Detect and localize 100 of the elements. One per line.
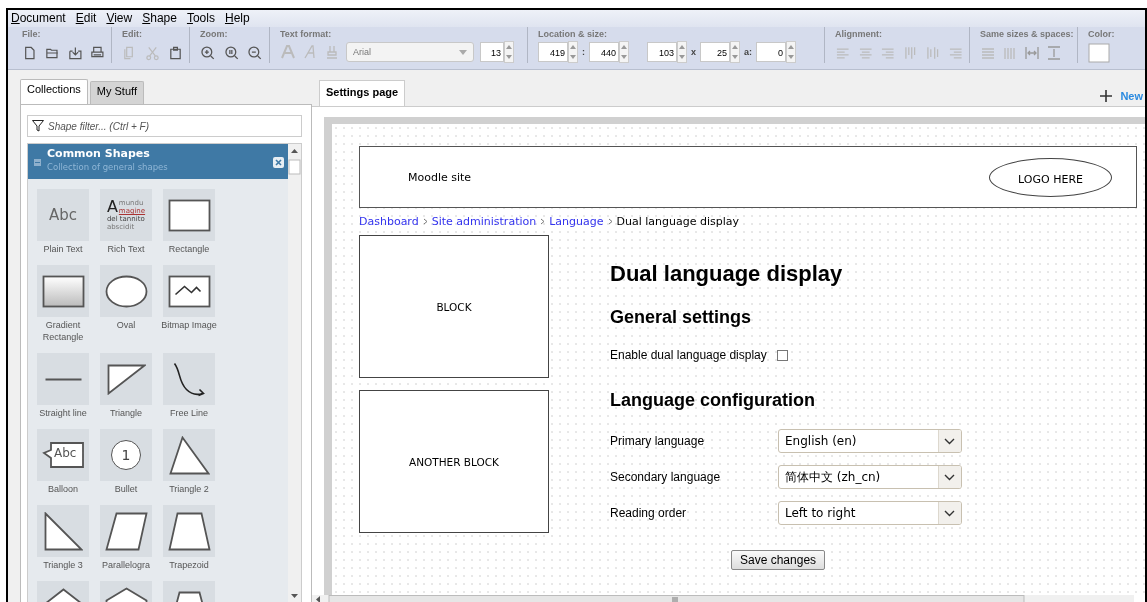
shape-label: Plain Text — [42, 243, 84, 255]
oval-icon — [104, 274, 148, 308]
color-swatch-icon[interactable] — [1088, 42, 1110, 63]
shape-tile[interactable] — [163, 505, 215, 557]
group-label: Color: — [1088, 29, 1116, 41]
shape-label: Straight line — [38, 407, 88, 419]
shape-tile[interactable] — [37, 265, 89, 317]
shape-tile[interactable] — [37, 353, 89, 405]
clipboard-icon[interactable] — [168, 44, 183, 61]
number-field[interactable]: 25 — [700, 42, 730, 62]
breadcrumb-current: Dual language display — [616, 214, 740, 228]
shape-tile[interactable] — [100, 353, 152, 405]
group-label: Edit: — [122, 29, 143, 41]
shape-label: Triangle 3 — [42, 559, 84, 571]
separator-text: : — [582, 47, 585, 57]
shape-tile[interactable]: 1 — [100, 429, 152, 481]
number-field[interactable]: 13 — [480, 42, 504, 62]
shape-label: Gradient Rectangle — [41, 319, 85, 343]
group-label: Alignment: — [835, 29, 883, 41]
dropdown[interactable]: Left to right — [778, 501, 962, 525]
spin-arrows-icon[interactable] — [730, 41, 740, 63]
menu-item[interactable]: Shape — [142, 11, 177, 27]
menu-item[interactable]: Help — [224, 11, 250, 27]
chevron-down-icon — [938, 430, 961, 452]
menu-item[interactable]: Tools — [186, 11, 215, 27]
menu-item[interactable]: View — [106, 11, 133, 27]
save-icon[interactable] — [67, 44, 83, 61]
shape-label: Oval — [115, 319, 137, 331]
document-tab[interactable]: Settings page — [319, 80, 406, 106]
shape-tile[interactable] — [37, 505, 89, 557]
spin-arrows-icon[interactable] — [568, 41, 578, 63]
sample-text: Abc — [54, 446, 77, 460]
separator-text: x — [691, 47, 696, 57]
shape-tile[interactable]: Abc — [37, 189, 89, 241]
trapezoid-icon — [167, 511, 211, 551]
gradient-rectangle-icon — [41, 274, 85, 308]
site-name: Moodle site — [408, 170, 472, 184]
chevron-icon — [540, 217, 546, 225]
new-document-icon[interactable] — [22, 44, 37, 61]
shape-tile[interactable] — [100, 265, 152, 317]
block-label: BLOCK — [436, 300, 472, 313]
group-label: Text format: — [280, 29, 333, 41]
page-title: Dual language display — [610, 261, 844, 287]
horizontal-spacing-icon[interactable] — [1024, 44, 1040, 61]
number-field[interactable]: 0 — [756, 42, 787, 62]
dropdown[interactable]: 简体中文 (zh_cn) — [778, 465, 962, 489]
shape-tile[interactable] — [100, 505, 152, 557]
sample-letter: A — [106, 199, 118, 215]
panel-tab[interactable]: My Stuff — [89, 81, 144, 104]
shape-tile[interactable] — [163, 353, 215, 405]
sample-text: Abc — [49, 206, 77, 224]
spin-arrows-icon[interactable] — [677, 41, 687, 63]
chevron-down-icon — [938, 502, 961, 524]
panel-tab[interactable]: Collections — [20, 79, 88, 104]
shape-label: Free Line — [169, 407, 209, 419]
shape-label: Balloon — [47, 483, 79, 495]
shape-label: Trapezoid — [168, 559, 210, 571]
number-field[interactable]: 419 — [538, 42, 568, 62]
breadcrumb-link[interactable]: Dashboard — [359, 214, 419, 228]
menu-item[interactable]: Document — [11, 11, 66, 27]
shape-tile[interactable] — [163, 189, 215, 241]
dropdown[interactable]: English (en) — [778, 429, 962, 453]
right-triangle-icon — [43, 511, 83, 551]
section-heading: Language configuration — [610, 390, 816, 411]
chevron-icon — [422, 217, 428, 225]
save-button[interactable]: Save changes — [731, 550, 826, 570]
triangle-icon — [106, 363, 146, 395]
shape-tile[interactable] — [163, 265, 215, 317]
sample-text: 1 — [121, 447, 131, 463]
group-label: Same sizes & spaces: — [980, 29, 1071, 41]
block-label: ANOTHER BLOCK — [408, 455, 499, 468]
zoom-reset-icon[interactable] — [223, 44, 240, 61]
shape-label: Bullet — [113, 483, 139, 495]
checkbox[interactable] — [776, 349, 788, 361]
shape-label: Triangle 2 — [168, 483, 210, 495]
breadcrumb-link[interactable]: Site administration — [431, 214, 537, 228]
library-header[interactable]: Common Shapes Collection of general shapes — [28, 144, 288, 179]
menu-item[interactable]: Edit — [75, 11, 97, 27]
chevron-icon — [607, 217, 613, 225]
shape-tile[interactable] — [163, 429, 215, 481]
number-field[interactable]: 103 — [647, 42, 677, 62]
field-label: Secondary language — [610, 470, 722, 484]
spin-arrows-icon[interactable] — [786, 41, 797, 63]
curved-arrow-icon — [173, 361, 205, 397]
chevron-down-icon — [938, 466, 961, 488]
zoom-in-icon[interactable] — [200, 44, 216, 61]
number-field[interactable]: 440 — [589, 42, 619, 62]
shape-label: Parallelogra — [101, 559, 151, 571]
triangle-icon — [168, 435, 210, 475]
font-select[interactable]: Arial — [346, 42, 474, 62]
spin-arrows-icon[interactable] — [504, 41, 514, 63]
shape-tile[interactable]: Abc — [37, 429, 89, 481]
filter-field[interactable]: Shape filter... (Ctrl + F) — [27, 115, 302, 137]
dropdown-arrow-icon — [459, 49, 467, 55]
zoom-out-icon[interactable] — [247, 44, 263, 61]
field-label: Primary language — [610, 434, 706, 448]
spin-arrows-icon[interactable] — [619, 41, 629, 63]
breadcrumb-link[interactable]: Language — [549, 214, 604, 228]
group-label: Zoom: — [200, 29, 229, 41]
close-icon[interactable] — [273, 157, 284, 168]
